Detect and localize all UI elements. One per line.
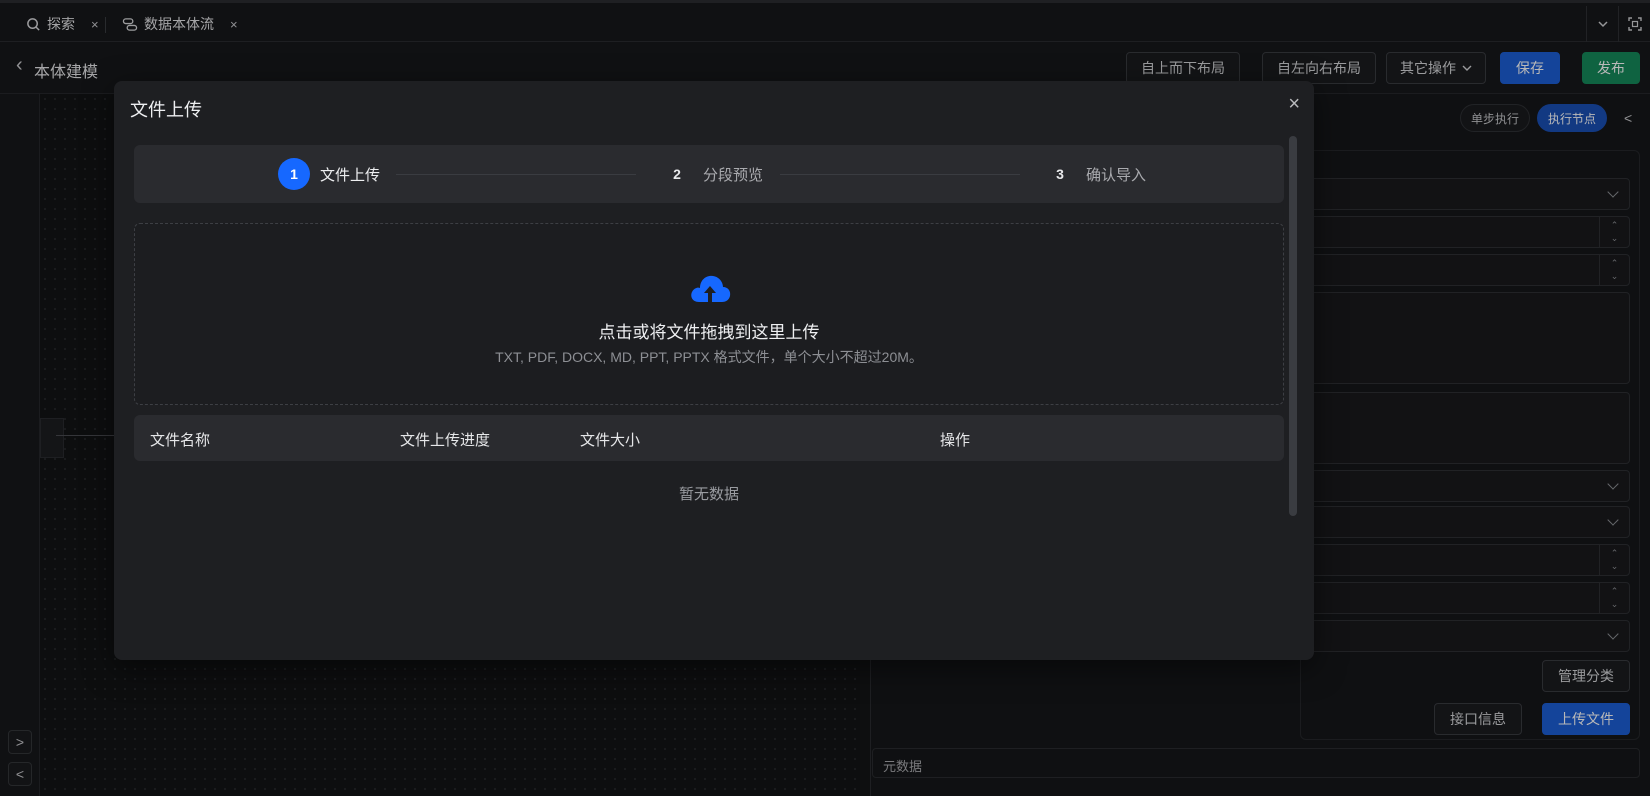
column-header: 文件名称 <box>150 432 211 449</box>
modal-scrollbar[interactable] <box>1289 136 1297 516</box>
step-upload: 1 文件上传 <box>278 145 380 203</box>
step-label: 文件上传 <box>320 166 381 184</box>
step-confirm: 3 确认导入 <box>1044 145 1146 203</box>
step-connector <box>396 174 636 175</box>
column-header: 操作 <box>940 432 971 449</box>
modal-title: 文件上传 <box>130 100 202 120</box>
column-header: 文件大小 <box>580 432 641 449</box>
close-icon[interactable]: × <box>1288 93 1300 116</box>
step-number: 1 <box>278 158 310 190</box>
step-label: 确认导入 <box>1086 166 1147 184</box>
file-upload-modal: 文件上传 × 1 文件上传 2 分段预览 3 确认导入 点击或将文件拖拽到这里上… <box>114 81 1314 660</box>
dropzone-hint: TXT, PDF, DOCX, MD, PPT, PPTX 格式文件，单个大小不… <box>495 349 923 365</box>
cloud-upload-icon <box>691 275 731 302</box>
step-label: 分段预览 <box>703 166 764 184</box>
step-number: 2 <box>673 166 681 182</box>
step-preview: 2 分段预览 <box>661 145 763 203</box>
file-table-header: 文件名称 文件上传进度 文件大小 操作 <box>134 415 1284 461</box>
dropzone-title: 点击或将文件拖拽到这里上传 <box>598 323 820 342</box>
step-connector <box>780 174 1020 175</box>
column-header: 文件上传进度 <box>400 432 491 449</box>
empty-state-text: 暂无数据 <box>678 486 739 503</box>
steps-bar: 1 文件上传 2 分段预览 3 确认导入 <box>134 145 1284 203</box>
upload-dropzone[interactable]: 点击或将文件拖拽到这里上传 TXT, PDF, DOCX, MD, PPT, P… <box>134 223 1284 405</box>
step-number: 3 <box>1056 166 1064 182</box>
